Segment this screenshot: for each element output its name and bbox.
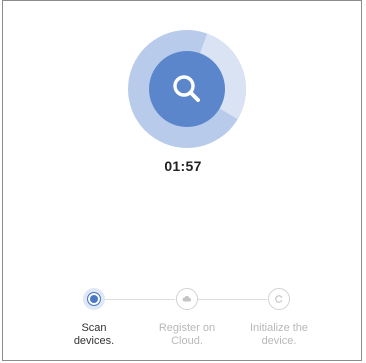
initialize-icon (275, 295, 283, 303)
progress-stepper: Scan devices. Register on Cloud. Initial… (0, 287, 366, 347)
scan-progress-ring (128, 30, 247, 148)
step-2-indicator (176, 288, 198, 310)
step-3-indicator (268, 288, 290, 310)
radio-dot-icon (87, 292, 101, 306)
scan-center-disc (149, 51, 225, 127)
scan-progress-indicator (127, 29, 247, 149)
countdown-timer: 01:57 (164, 158, 202, 174)
step-3-label: Initialize the device. (249, 322, 309, 347)
step-1-indicator (83, 288, 105, 310)
step-2-label: Register on Cloud. (158, 322, 216, 347)
step-connector-line (197, 299, 267, 300)
step-connector-line (104, 299, 175, 300)
step-1-label: Scan devices. (73, 322, 115, 347)
cloud-icon (182, 296, 192, 302)
